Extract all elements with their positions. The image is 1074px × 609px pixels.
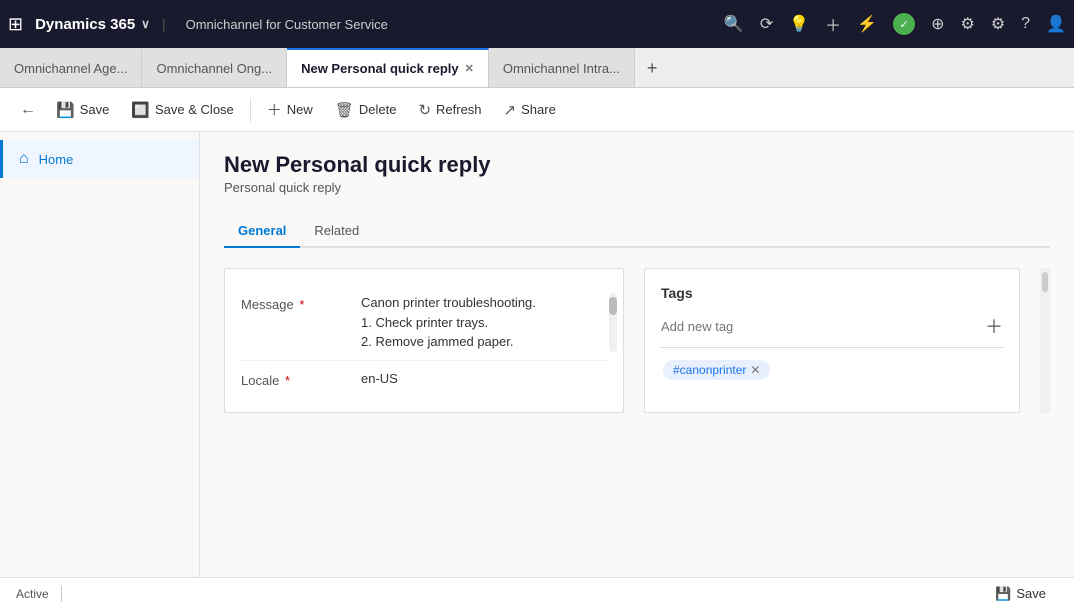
new-icon: ＋: [267, 99, 282, 120]
share-icon: ↗: [504, 101, 517, 119]
required-star: *: [299, 297, 304, 312]
locale-value[interactable]: en-US: [361, 369, 607, 389]
tab-new-personal-quick-reply[interactable]: New Personal quick reply ✕: [287, 48, 489, 87]
tag-input[interactable]: [661, 319, 985, 334]
status-save-button[interactable]: 💾 Save: [983, 582, 1058, 606]
tab-omnichannel-agent[interactable]: Omnichannel Age...: [0, 48, 142, 87]
lightbulb-icon[interactable]: 💡: [789, 14, 809, 34]
sidebar: ⌂ Home: [0, 132, 200, 577]
message-container: Canon printer troubleshooting. 1. Check …: [361, 293, 607, 352]
right-scroll-thumb: [1042, 272, 1048, 292]
tab-omnichannel-ong[interactable]: Omnichannel Ong...: [142, 48, 287, 87]
tag-remove-icon[interactable]: ✕: [750, 363, 760, 377]
status-divider: [61, 586, 62, 602]
delete-icon: 🗑: [335, 101, 354, 119]
locale-label: Locale *: [241, 369, 361, 388]
brand-label: Dynamics 365: [35, 16, 135, 33]
search-icon[interactable]: 🔍: [724, 14, 744, 34]
tab-bar: Omnichannel Age... Omnichannel Ong... Ne…: [0, 48, 1074, 88]
tab-omnichannel-intra[interactable]: Omnichannel Intra...: [489, 48, 635, 87]
tab-general[interactable]: General: [224, 215, 300, 248]
delete-button[interactable]: 🗑 Delete: [325, 96, 407, 124]
form-area: Message * Canon printer troubleshooting.…: [224, 268, 1050, 413]
app-name-label: Omnichannel for Customer Service: [186, 17, 388, 32]
locale-row: Locale * en-US: [241, 361, 607, 397]
top-nav: ⊞ Dynamics 365 ∨ | Omnichannel for Custo…: [0, 0, 1074, 48]
grid-icon[interactable]: ⊞: [8, 14, 23, 35]
refresh-button[interactable]: ↻ Refresh: [408, 96, 491, 124]
help-icon[interactable]: ?: [1021, 15, 1030, 33]
right-scrollbar[interactable]: [1040, 268, 1050, 413]
status-left: Active: [16, 586, 66, 602]
tags-container: #canonprinter ✕: [661, 358, 1003, 382]
sidebar-item-home[interactable]: ⌂ Home: [0, 140, 199, 178]
tags-title: Tags: [661, 285, 1003, 301]
save-button[interactable]: 💾 Save: [46, 96, 119, 124]
page-content: New Personal quick reply Personal quick …: [200, 132, 1074, 577]
page-subtitle: Personal quick reply: [224, 180, 1050, 195]
status-bar: Active 💾 Save: [0, 577, 1074, 609]
back-button[interactable]: ←: [12, 96, 44, 124]
filter-icon[interactable]: ⚡: [857, 14, 877, 34]
status-circle: ✓: [893, 13, 915, 35]
message-scrollbar[interactable]: [609, 293, 617, 352]
settings-icon[interactable]: ⚙: [960, 14, 974, 34]
circle-plus-icon[interactable]: ⊕: [931, 14, 944, 34]
scrollbar-thumb: [609, 297, 617, 315]
tag-label: #canonprinter: [673, 363, 746, 377]
tag-add-icon[interactable]: ＋: [985, 313, 1003, 339]
user-icon[interactable]: 👤: [1046, 14, 1066, 34]
brand-chevron-icon: ∨: [141, 17, 150, 31]
tab-close-icon[interactable]: ✕: [465, 62, 474, 75]
message-value[interactable]: Canon printer troubleshooting. 1. Check …: [361, 293, 607, 352]
content-tabs: General Related: [224, 215, 1050, 248]
form-panel: Message * Canon printer troubleshooting.…: [224, 268, 624, 413]
new-button[interactable]: ＋ New: [257, 94, 323, 125]
tags-panel: Tags ＋ #canonprinter ✕: [644, 268, 1020, 413]
share-button[interactable]: ↗ Share: [494, 96, 566, 124]
toolbar: ← 💾 Save 🔲 Save & Close ＋ New 🗑 Delete ↻…: [0, 88, 1074, 132]
tag-input-row: ＋: [661, 313, 1003, 348]
save-close-button[interactable]: 🔲 Save & Close: [121, 96, 243, 124]
settings2-icon[interactable]: ⚙: [991, 14, 1005, 34]
message-row: Message * Canon printer troubleshooting.…: [241, 285, 607, 361]
brand[interactable]: Dynamics 365 ∨: [35, 16, 150, 33]
refresh-nav-icon[interactable]: ⟳: [760, 14, 773, 34]
save-close-icon: 🔲: [131, 101, 150, 119]
nav-right-icons: 🔍 ⟳ 💡 ＋ ⚡ ✓ ⊕ ⚙ ⚙ ? 👤: [724, 12, 1066, 36]
message-label: Message *: [241, 293, 361, 312]
tag-item: #canonprinter ✕: [663, 360, 770, 380]
add-tab-button[interactable]: +: [635, 50, 670, 87]
page-title: New Personal quick reply: [224, 152, 1050, 178]
toolbar-divider: [250, 98, 251, 122]
tab-related[interactable]: Related: [300, 215, 373, 248]
add-icon[interactable]: ＋: [825, 12, 841, 36]
refresh-icon: ↻: [418, 101, 431, 119]
main-layout: ⌂ Home New Personal quick reply Personal…: [0, 132, 1074, 577]
status-badge: Active: [16, 587, 49, 601]
locale-required-star: *: [285, 373, 290, 388]
home-icon: ⌂: [19, 150, 29, 168]
save-icon: 💾: [56, 101, 75, 119]
status-save-icon: 💾: [995, 586, 1011, 602]
